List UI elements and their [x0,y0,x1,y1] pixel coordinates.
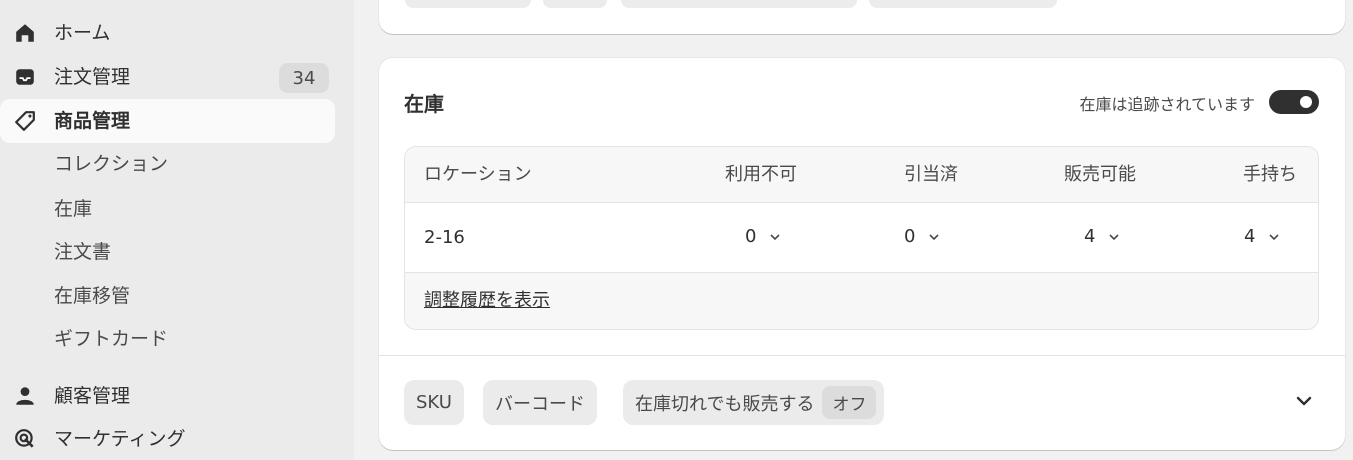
nav-customers-label: 顧客管理 [54,385,131,407]
chevron-down-icon[interactable] [1293,390,1315,412]
committed-dropdown[interactable]: 0 [904,226,941,247]
nav-products[interactable]: 商品管理 [0,99,335,143]
tracked-label: 在庫は追跡されています [1079,95,1255,114]
divider [379,355,1345,356]
nav-home[interactable]: ホーム [0,11,335,55]
on-hand-dropdown[interactable]: 4 [1244,226,1281,247]
chip-stub [405,0,531,8]
home-icon [16,24,34,42]
nav-customers[interactable]: 顧客管理 [0,374,335,418]
sidebar: ホーム 注文管理 34 商品管理 コレクション 在庫 注文書 在庫移管 ギフトカ… [0,0,354,460]
person-icon [16,387,34,405]
inventory-table: ロケーション 利用不可 引当済 販売可能 手持ち 2-16 0 0 4 4 調整… [404,146,1319,330]
unavailable-dropdown[interactable]: 0 [745,226,782,247]
table-row: 2-16 0 0 4 4 [405,203,1318,273]
col-on-hand: 手持ち [1243,164,1297,185]
col-committed: 引当済 [904,164,958,185]
cell-unavailable: 0 [745,226,757,247]
chip-stub [869,0,1057,8]
nav-marketing[interactable]: マーケティング [0,417,335,460]
target-icon [15,429,34,448]
chevron-down-icon [1109,233,1120,240]
sidebar-item-inventory[interactable]: 在庫 [54,197,92,221]
sidebar-item-collections[interactable]: コレクション [54,152,168,176]
col-unavailable: 利用不可 [725,164,797,185]
chevron-down-icon [1269,233,1280,240]
available-dropdown[interactable]: 4 [1084,226,1121,247]
orders-count-badge: 34 [279,63,329,93]
chevron-down-icon [770,233,781,240]
sell-when-out-of-stock-chip[interactable]: 在庫切れでも販売する オフ [623,380,885,425]
sku-chip-label: SKU [416,392,452,413]
cell-location: 2-16 [424,227,465,248]
sidebar-item-purchase-orders[interactable]: 注文書 [54,240,111,264]
inventory-title: 在庫 [404,92,444,116]
table-header: ロケーション 利用不可 引当済 販売可能 手持ち [405,147,1318,203]
inventory-tracked-toggle[interactable] [1269,90,1319,114]
cell-available: 4 [1084,226,1096,247]
chevron-down-icon [929,233,940,240]
nav-orders-label: 注文管理 [54,66,131,88]
sell-oos-state-badge: オフ [822,386,877,419]
previous-card [379,0,1345,34]
chip-stub [543,0,607,8]
nav-home-label: ホーム [54,22,111,44]
sell-oos-label: 在庫切れでも販売する [635,393,815,415]
inventory-card: 在庫 在庫は追跡されています ロケーション 利用不可 引当済 販売可能 手持ち … [379,58,1345,450]
inbox-icon [16,69,34,85]
nav-products-label: 商品管理 [54,110,131,132]
chip-stub [621,0,857,8]
tag-icon [15,111,35,131]
cell-on-hand: 4 [1244,226,1256,247]
cell-committed: 0 [904,226,916,247]
col-location: ロケーション [424,164,532,185]
sidebar-item-transfers[interactable]: 在庫移管 [54,284,130,308]
table-footer: 調整履歴を表示 [405,273,1318,329]
barcode-chip-label: バーコード [495,393,585,415]
adjustment-history-link[interactable]: 調整履歴を表示 [424,289,550,313]
toggle-knob [1300,96,1312,108]
sidebar-item-gift-cards[interactable]: ギフトカード [54,327,168,351]
barcode-chip[interactable]: バーコード [483,380,597,425]
nav-marketing-label: マーケティング [54,428,186,450]
sku-chip[interactable]: SKU [404,380,464,425]
col-available: 販売可能 [1064,164,1136,185]
